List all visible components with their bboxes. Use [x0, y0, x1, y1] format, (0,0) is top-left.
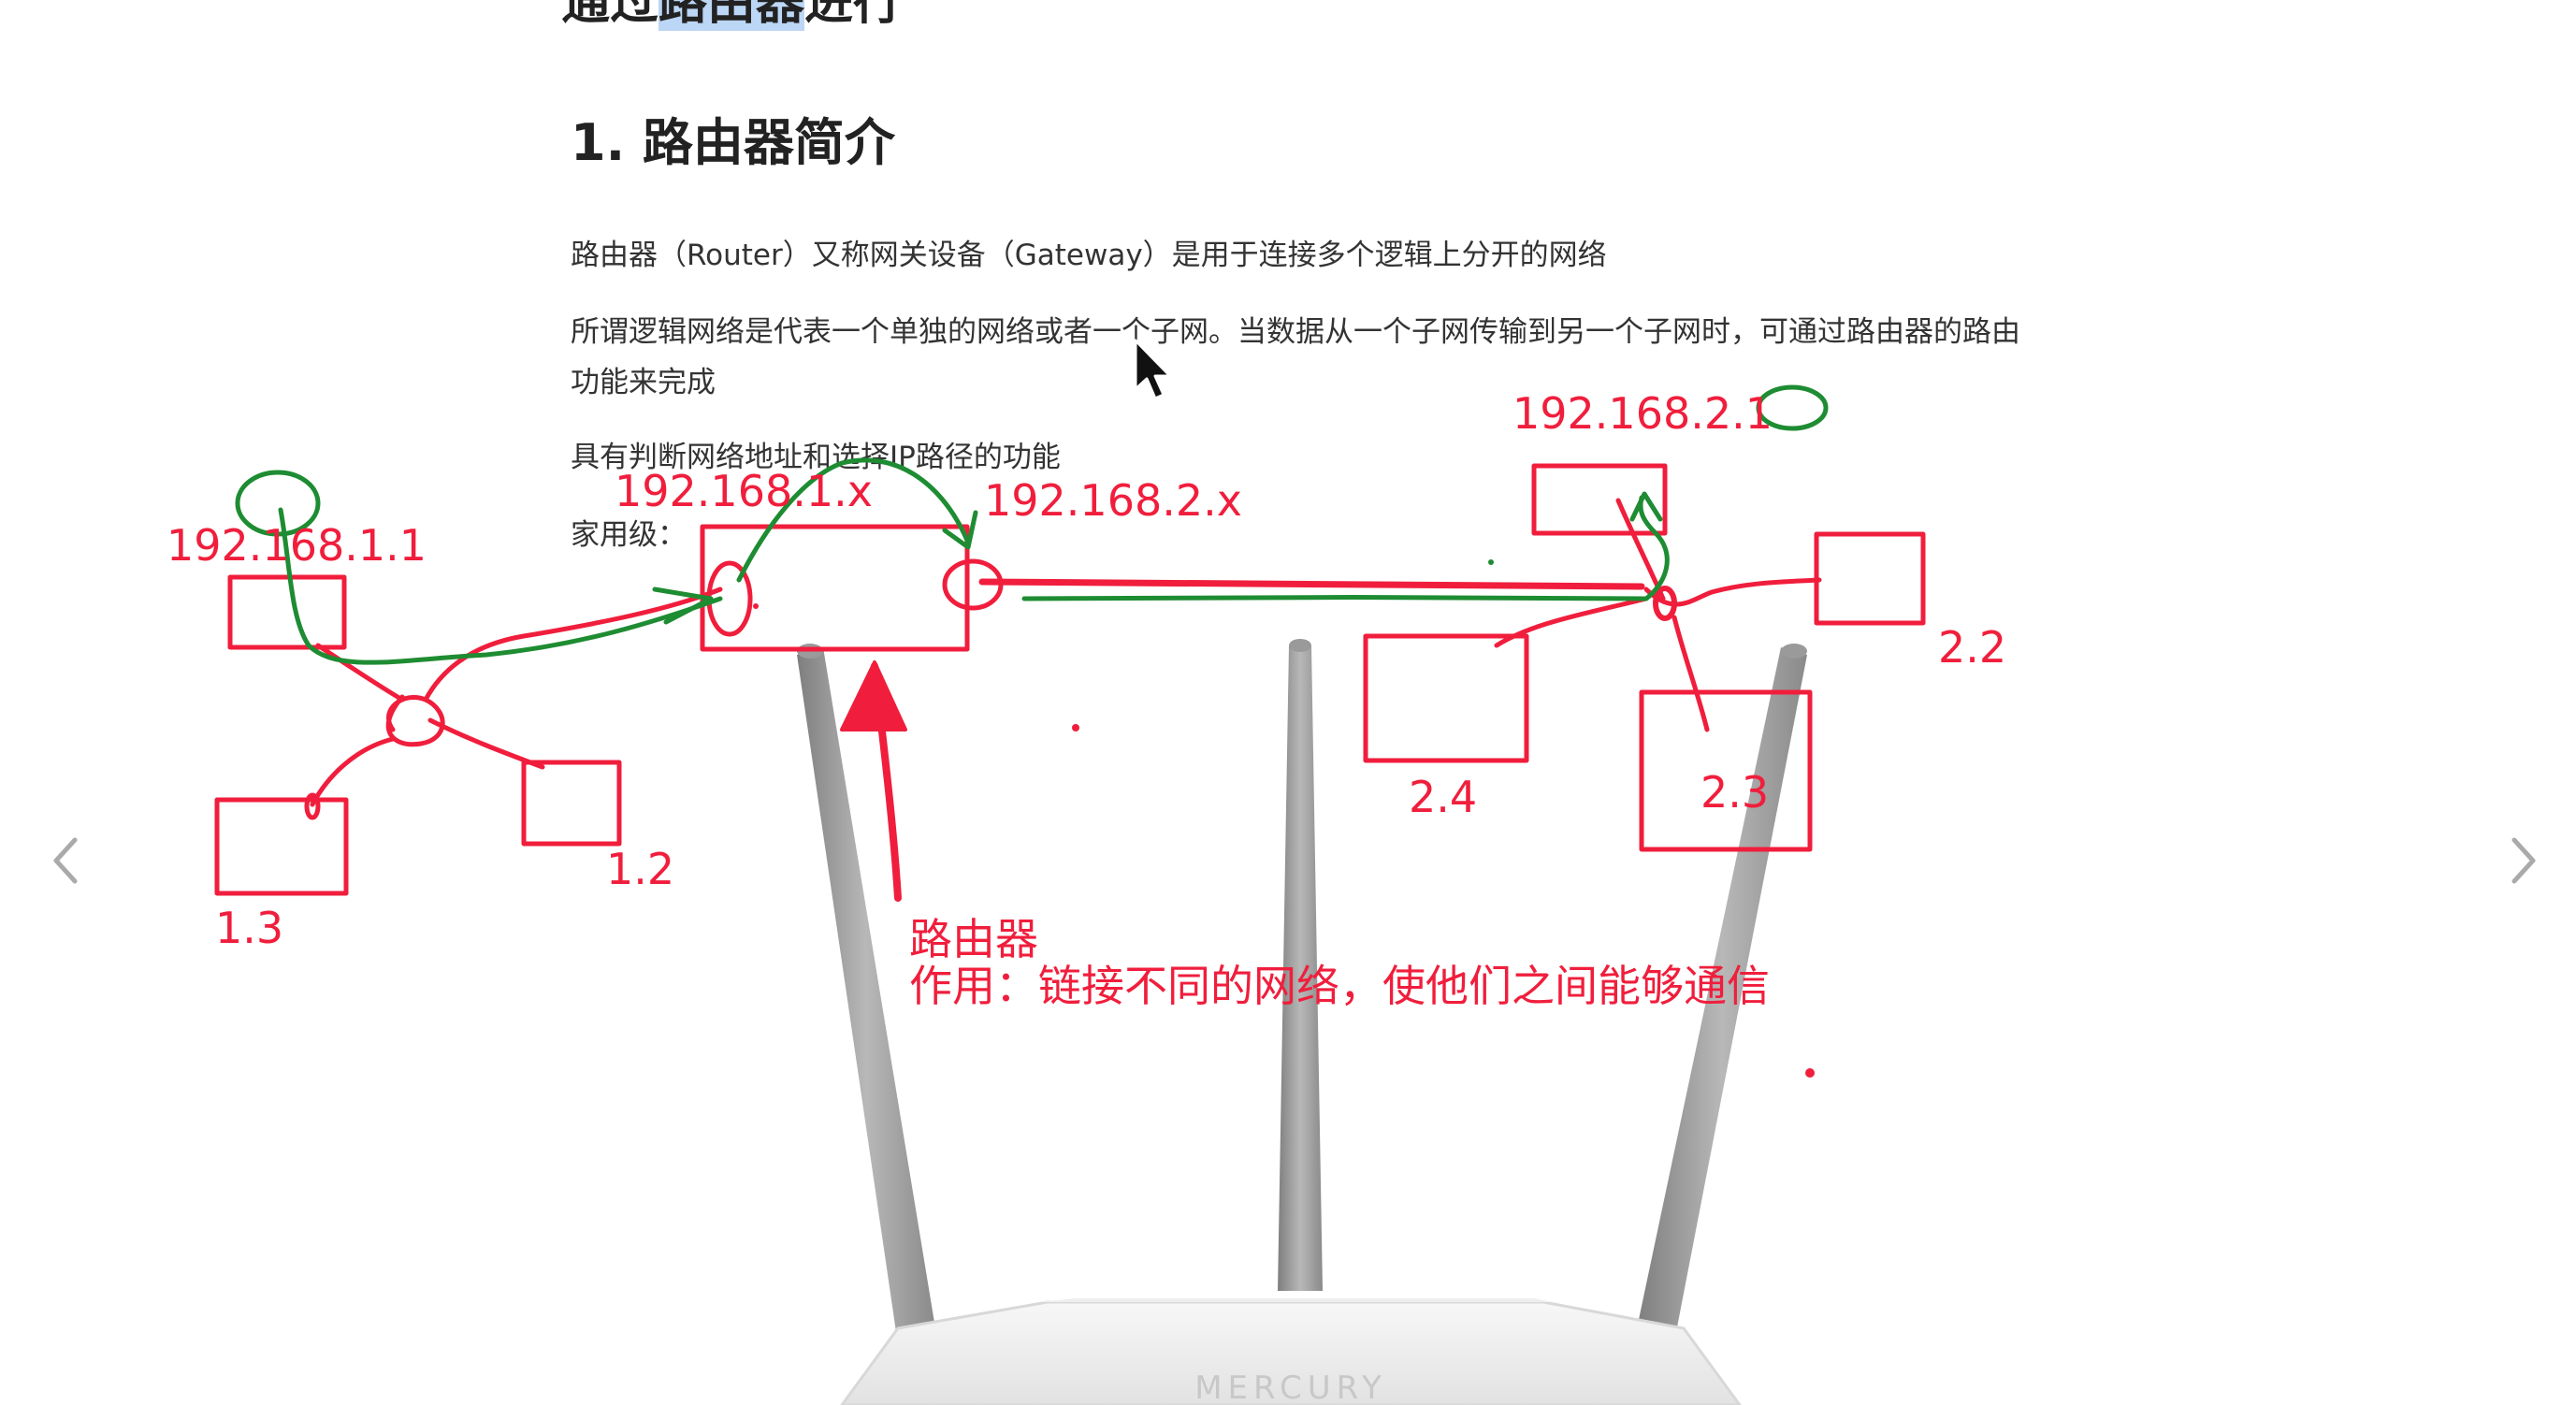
mouse-pointer-icon	[1134, 339, 1172, 400]
label-host-2-3: 2.3	[1700, 767, 1770, 818]
label-host-2-2: 2.2	[1938, 622, 2007, 673]
label-192-168-1-x: 192.168.1.x	[615, 466, 873, 516]
host-box-1-3	[214, 797, 349, 896]
label-host-1-3: 1.3	[215, 903, 284, 953]
annotation-layer	[214, 384, 1926, 1078]
chevron-left-icon	[53, 837, 78, 884]
label-192-168-1-1: 192.168.1.1	[166, 520, 427, 571]
host-box-2-4	[1363, 633, 1529, 763]
prev-button[interactable]	[47, 833, 84, 889]
label-192-168-2-x: 192.168.2.x	[984, 475, 1242, 526]
document-page: 通过路由器进行 1. 路由器简介 路由器（Router）又称网关设备（Gatew…	[0, 0, 2576, 1405]
inter-network-link	[978, 578, 1645, 590]
next-button[interactable]	[2505, 833, 2542, 889]
host-box-1-2	[521, 760, 622, 847]
chevron-right-icon	[2511, 837, 2536, 884]
host-box-2-2	[1814, 531, 1926, 626]
label-host-2-4: 2.4	[1409, 772, 1478, 822]
host-box-1-1	[227, 574, 347, 650]
label-host-1-2: 1.2	[606, 844, 675, 894]
label-192-168-2-1: 192.168.2.1	[1512, 388, 1773, 439]
router-box	[700, 524, 970, 652]
label-router-role: 作用：链接不同的网络，使他们之间能够通信	[909, 961, 1770, 1011]
